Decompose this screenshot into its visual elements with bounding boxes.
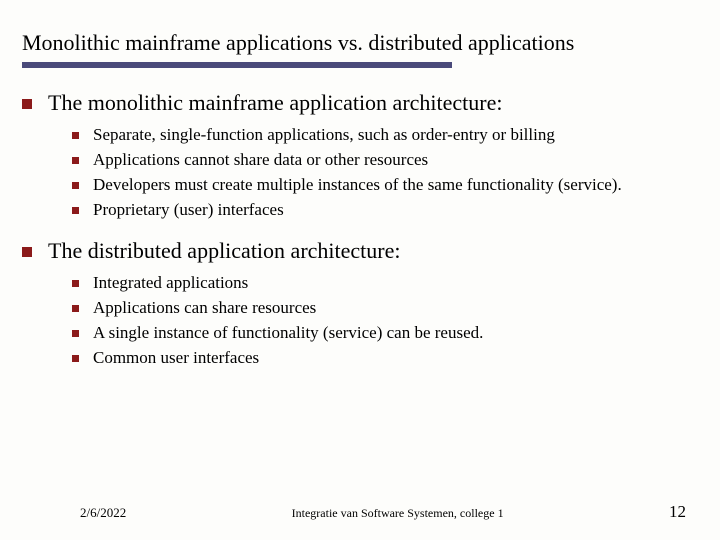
list-item: Integrated applications xyxy=(93,272,248,295)
list-item: A single instance of functionality (serv… xyxy=(93,322,483,345)
section-heading: The monolithic mainframe application arc… xyxy=(48,90,502,116)
square-bullet-icon xyxy=(72,330,79,337)
list-item: Applications can share resources xyxy=(93,297,316,320)
section-heading: The distributed application architecture… xyxy=(48,238,400,264)
list-item: Proprietary (user) interfaces xyxy=(93,199,284,222)
slide-title: Monolithic mainframe applications vs. di… xyxy=(22,30,698,56)
footer-page-number: 12 xyxy=(669,502,686,522)
list-item: Separate, single-function applications, … xyxy=(93,124,555,147)
square-bullet-icon xyxy=(72,355,79,362)
list-item: Developers must create multiple instance… xyxy=(93,174,622,197)
square-bullet-icon xyxy=(22,99,32,109)
footer-date: 2/6/2022 xyxy=(80,505,126,521)
square-bullet-icon xyxy=(22,247,32,257)
square-bullet-icon xyxy=(72,182,79,189)
list-item: Common user interfaces xyxy=(93,347,259,370)
list-item: Applications cannot share data or other … xyxy=(93,149,428,172)
square-bullet-icon xyxy=(72,280,79,287)
square-bullet-icon xyxy=(72,132,79,139)
square-bullet-icon xyxy=(72,207,79,214)
title-rule xyxy=(22,62,452,68)
square-bullet-icon xyxy=(72,305,79,312)
square-bullet-icon xyxy=(72,157,79,164)
footer-course: Integratie van Software Systemen, colleg… xyxy=(126,506,669,521)
